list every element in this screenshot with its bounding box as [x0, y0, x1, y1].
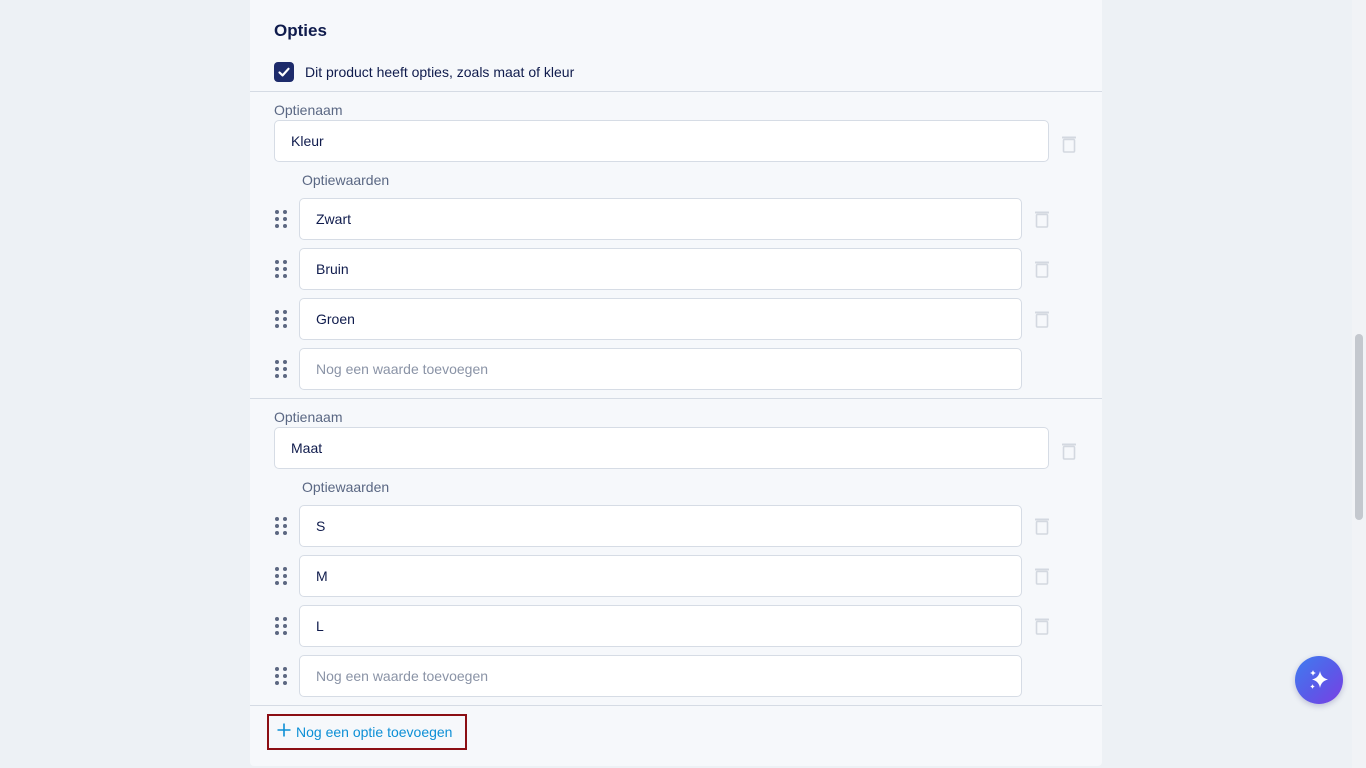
drag-handle-icon[interactable]	[274, 666, 288, 686]
option-name-label: Optienaam	[274, 409, 343, 425]
has-options-label: Dit product heeft opties, zoals maat of …	[305, 64, 575, 80]
option-value-input[interactable]	[299, 298, 1022, 340]
new-value-input[interactable]	[299, 348, 1022, 390]
divider	[250, 91, 1102, 92]
delete-value-icon[interactable]	[1034, 567, 1050, 585]
drag-handle-icon[interactable]	[274, 516, 288, 536]
divider	[250, 705, 1102, 706]
option-values-label: Optiewaarden	[302, 172, 390, 188]
plus-icon	[277, 723, 291, 737]
delete-value-icon[interactable]	[1034, 260, 1050, 278]
option-name-label: Optienaam	[274, 102, 343, 118]
drag-handle-icon[interactable]	[274, 209, 288, 229]
delete-value-icon[interactable]	[1034, 310, 1050, 328]
option-name-input[interactable]	[274, 120, 1049, 162]
delete-value-icon[interactable]	[1034, 210, 1050, 228]
delete-value-icon[interactable]	[1034, 617, 1050, 635]
drag-handle-icon[interactable]	[274, 616, 288, 636]
option-name-input[interactable]	[274, 427, 1049, 469]
drag-handle-icon[interactable]	[274, 566, 288, 586]
add-option-label: Nog een optie toevoegen	[296, 724, 453, 740]
option-values-label: Optiewaarden	[302, 479, 390, 495]
section-title: Opties	[274, 21, 327, 40]
add-option-button[interactable]: Nog een optie toevoegen	[267, 714, 467, 750]
ai-assistant-button[interactable]	[1295, 656, 1343, 704]
option-value-input[interactable]	[299, 198, 1022, 240]
sparkle-icon	[1310, 670, 1328, 689]
option-value-input[interactable]	[299, 605, 1022, 647]
drag-handle-icon[interactable]	[274, 259, 288, 279]
option-value-input[interactable]	[299, 505, 1022, 547]
check-icon	[278, 67, 290, 77]
delete-option-icon[interactable]	[1061, 442, 1077, 460]
delete-option-icon[interactable]	[1061, 135, 1077, 153]
drag-handle-icon[interactable]	[274, 359, 288, 379]
page-scrollbar[interactable]	[1352, 0, 1366, 768]
has-options-row[interactable]: Dit product heeft opties, zoals maat of …	[274, 62, 574, 82]
options-card: Opties Dit product heeft opties, zoals m…	[250, 0, 1102, 766]
option-value-input[interactable]	[299, 555, 1022, 597]
scrollbar-thumb[interactable]	[1355, 334, 1363, 520]
delete-value-icon[interactable]	[1034, 517, 1050, 535]
has-options-checkbox[interactable]	[274, 62, 294, 82]
drag-handle-icon[interactable]	[274, 309, 288, 329]
new-value-input[interactable]	[299, 655, 1022, 697]
divider	[250, 398, 1102, 399]
option-value-input[interactable]	[299, 248, 1022, 290]
